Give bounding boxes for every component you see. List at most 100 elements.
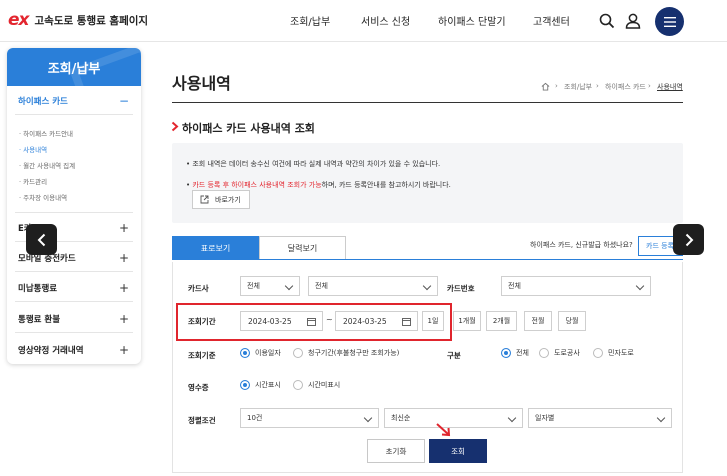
ex-logo-mark: ex <box>8 10 29 30</box>
radio-dot <box>240 348 250 358</box>
radio-label: 민자도로 <box>608 349 634 357</box>
period-1month-button[interactable]: 1개월 <box>453 311 481 331</box>
card-number-select[interactable]: 전체 <box>501 276 651 296</box>
tab-table-view[interactable]: 표로보기 <box>172 236 259 260</box>
sidebar-sub-monthly[interactable]: · 월간 사용내역 집계 <box>19 160 75 170</box>
breadcrumb-item[interactable]: 조회/납부 <box>564 82 592 92</box>
radio-label: 시간표시 <box>255 381 281 389</box>
nav-customer-center[interactable]: 고객센터 <box>533 13 570 28</box>
notice-highlight: 카드 등록 후 하이패스 사용내역 조회가 가능 <box>192 181 322 189</box>
card-company-select[interactable]: 전체 <box>240 276 300 296</box>
radio-dot <box>293 348 303 358</box>
select-value: 10건 <box>247 414 263 422</box>
page-size-select[interactable]: 10건 <box>240 408 379 428</box>
radio-label: 도로공사 <box>554 349 580 357</box>
sidebar-sub-usage[interactable]: · 사용내역 <box>19 144 47 154</box>
hamburger-menu-button[interactable] <box>655 7 684 36</box>
category-expressway-radio[interactable]: 도로공사 <box>539 348 580 358</box>
sidebar-title-decoration <box>69 48 141 86</box>
notice-box: • 조회 내역은 데이터 송수신 여건에 따라 실제 내역과 약간의 차이가 있… <box>172 143 683 223</box>
chevron-down-icon <box>507 413 517 423</box>
chevron-down-icon <box>363 413 373 423</box>
card-type-select[interactable]: 전체 <box>308 276 438 296</box>
goto-label: 바로가기 <box>215 195 241 204</box>
page-title: 사용내역 <box>172 74 231 93</box>
sidebar-item-unpaid[interactable]: 미납통행료 + <box>7 277 141 299</box>
sort-order-select[interactable]: 최신순 <box>384 408 523 428</box>
breadcrumb-current: 사용내역 <box>657 83 683 91</box>
sidebar-item-refund[interactable]: 통행료 환불 + <box>7 308 141 330</box>
goto-button[interactable]: 바로가기 <box>192 190 250 209</box>
next-slide-button[interactable] <box>673 224 704 255</box>
sidebar: 조회/납부 하이패스 카드 − · 하이패스 카드안내 · 사용내역 · 월간 … <box>7 48 141 364</box>
receipt-show-time-radio[interactable]: 시간표시 <box>240 380 281 390</box>
receipt-label: 영수증 <box>188 383 209 392</box>
search-form: 카드사 전체 전체 카드번호 전체 조회기간 2024-03-25 ~ 2024… <box>172 262 683 473</box>
sidebar-item-label: 영상약정 거래내역 <box>18 346 84 356</box>
receipt-hide-time-radio[interactable]: 시간미표시 <box>293 380 340 390</box>
period-last-month-button[interactable]: 전월 <box>524 311 552 331</box>
sidebar-item-label: 통행료 환불 <box>18 315 61 325</box>
user-icon[interactable] <box>624 12 642 30</box>
new-card-info-text: 하이패스 카드, 신규발급 하셨나요? <box>530 241 633 249</box>
chevron-down-icon <box>422 281 432 291</box>
site-header: ex 고속도로 통행료 홈페이지 조회/납부 서비스 신청 하이패스 단말기 고… <box>0 0 727 42</box>
category-all-radio[interactable]: 전체 <box>501 348 529 358</box>
red-pointer-arrow-icon <box>436 423 451 437</box>
site-title: 고속도로 통행료 홈페이지 <box>34 14 149 27</box>
chevron-right-icon <box>685 233 693 246</box>
notice-line-1: • 조회 내역은 데이터 송수신 여건에 따라 실제 내역과 약간의 차이가 있… <box>186 160 441 168</box>
radio-dot <box>501 348 511 358</box>
title-divider <box>172 102 683 103</box>
tab-calendar-view[interactable]: 달력보기 <box>259 236 346 260</box>
sidebar-sub-card-manage[interactable]: · 카드관리 <box>19 176 47 186</box>
hamburger-icon <box>663 16 676 27</box>
sidebar-title: 조회/납부 <box>7 48 141 86</box>
category-private-road-radio[interactable]: 민자도로 <box>593 348 634 358</box>
chevron-down-icon <box>656 413 666 423</box>
breadcrumb-separator: › <box>648 82 651 90</box>
nav-service-apply[interactable]: 서비스 신청 <box>361 13 410 28</box>
chevron-down-icon <box>284 281 294 291</box>
external-link-icon <box>200 195 209 204</box>
tabs-divider <box>172 259 683 260</box>
section-title: 하이패스 카드 사용내역 조회 <box>182 122 315 135</box>
sidebar-item-hipass-card[interactable]: 하이패스 카드 − <box>7 90 141 112</box>
sidebar-sub-parking[interactable]: · 주차장 이용내역 <box>19 192 67 202</box>
search-icon[interactable] <box>598 12 616 30</box>
criteria-use-date-radio[interactable]: 이용일자 <box>240 348 281 358</box>
period-this-month-button[interactable]: 당월 <box>558 311 586 331</box>
sidebar-item-label: 미납통행료 <box>18 284 58 294</box>
nav-hipass-terminal[interactable]: 하이패스 단말기 <box>438 13 506 28</box>
home-icon[interactable] <box>541 82 550 91</box>
period-2month-button[interactable]: 2개월 <box>486 311 517 331</box>
nav-inquiry-payment[interactable]: 조회/납부 <box>290 13 330 28</box>
divider <box>15 114 133 115</box>
breadcrumb-item[interactable]: 하이패스 카드 <box>605 82 646 92</box>
category-label: 구분 <box>447 351 461 360</box>
criteria-billing-radio[interactable]: 청구기간(후불청구만 조회가능) <box>293 348 399 358</box>
card-company-label: 카드사 <box>188 284 209 293</box>
chevron-down-icon <box>635 281 645 291</box>
group-by-select[interactable]: 일자별 <box>528 408 672 428</box>
search-button[interactable]: 조회 <box>429 439 487 463</box>
notice-text: 조회 내역은 데이터 송수신 여건에 따라 실제 내역과 약간의 차이가 있을 … <box>192 160 441 168</box>
collapse-icon: − <box>118 94 129 108</box>
expand-icon: + <box>118 343 129 357</box>
site-logo[interactable]: ex 고속도로 통행료 홈페이지 <box>8 10 148 30</box>
notice-line-2: • 카드 등록 후 하이패스 사용내역 조회가 가능하며, 카드 등록안내를 참… <box>186 181 451 189</box>
expand-icon: + <box>118 251 129 265</box>
criteria-label: 조회기준 <box>188 351 216 360</box>
radio-label: 이용일자 <box>255 349 281 357</box>
radio-dot <box>240 380 250 390</box>
sidebar-sub-hipass-info[interactable]: · 하이패스 카드안내 <box>19 128 73 138</box>
radio-label: 전체 <box>516 349 529 357</box>
radio-label: 시간미표시 <box>308 381 341 389</box>
divider <box>15 301 133 302</box>
select-value: 최신순 <box>391 414 411 422</box>
breadcrumb-separator: › <box>555 82 558 90</box>
expand-icon: + <box>118 221 129 235</box>
reset-button[interactable]: 초기화 <box>367 439 425 463</box>
sidebar-item-video-contract[interactable]: 영상약정 거래내역 + <box>7 339 141 361</box>
prev-slide-button[interactable] <box>26 224 57 255</box>
